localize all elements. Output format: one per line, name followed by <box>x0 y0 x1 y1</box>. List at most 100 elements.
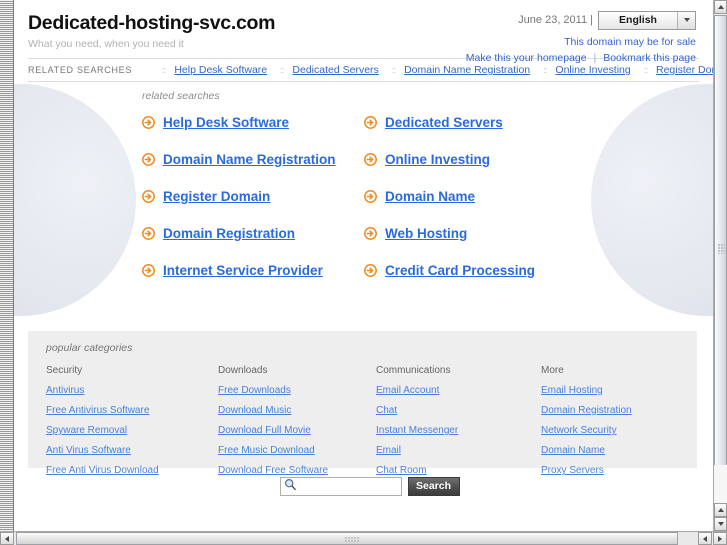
hero-search-link[interactable]: Help Desk Software <box>163 115 289 130</box>
related-search-link[interactable]: Domain Name Registration <box>404 64 530 76</box>
related-searches-links: :: Help Desk Software:: Dedicated Servers:… <box>162 64 713 76</box>
category-heading: Security <box>46 365 83 376</box>
date-and-language-row: June 23, 2011 | English <box>466 10 696 30</box>
category-link[interactable]: Free Downloads <box>218 385 376 396</box>
scroll-up-button-secondary[interactable] <box>714 503 727 517</box>
related-searches-separator: :: <box>543 64 547 76</box>
scroll-down-button[interactable] <box>714 517 727 531</box>
category-heading: Downloads <box>218 365 268 376</box>
domain-for-sale-row: This domain may be for sale <box>466 36 696 48</box>
hero-link-row: Web Hosting <box>364 226 713 241</box>
hero-search-link[interactable]: Domain Registration <box>163 226 295 241</box>
category-heading: Communications <box>376 365 451 376</box>
arrow-right-circle-icon <box>142 264 155 277</box>
hero-section: related searches Help Desk Software Dedic… <box>14 82 713 318</box>
hero-link-row: Internet Service Provider <box>142 263 364 278</box>
category-link[interactable]: Free Music Download <box>218 445 376 456</box>
bookmark-page-link[interactable]: Bookmark this page <box>603 52 696 64</box>
scrollbar-grip <box>718 244 725 254</box>
scroll-right-button[interactable] <box>713 532 727 545</box>
search-button[interactable]: Search <box>407 477 460 496</box>
arrow-right-circle-icon <box>364 227 377 240</box>
related-search-link[interactable]: Help Desk Software <box>174 64 267 76</box>
hero-link-row: Credit Card Processing <box>364 263 713 278</box>
hero-search-link[interactable]: Domain Name Registration <box>163 152 336 167</box>
category-column: Communications Email Account Chat Instant M… <box>376 365 541 485</box>
search-input[interactable] <box>296 479 394 494</box>
category-link[interactable]: Antivirus <box>46 385 218 396</box>
hero-link-row: Domain Name Registration <box>142 152 364 167</box>
category-link[interactable]: Download Full Movie <box>218 425 376 436</box>
category-link[interactable]: Email Hosting <box>541 385 697 396</box>
arrow-right-circle-icon <box>364 264 377 277</box>
page-content: Dedicated-hosting-svc.com What you need,… <box>14 0 713 531</box>
hero-search-link[interactable]: Dedicated Servers <box>385 115 503 130</box>
hero-link-row: Help Desk Software <box>142 115 364 130</box>
hero-link-row: Dedicated Servers <box>364 115 713 130</box>
related-searches-separator: :: <box>280 64 284 76</box>
related-search-link-grid: Help Desk Software Dedicated Servers Domai… <box>142 115 713 278</box>
category-link[interactable]: Download Free Software <box>218 465 376 476</box>
category-link[interactable]: Download Music <box>218 405 376 416</box>
category-link[interactable]: Domain Name <box>541 445 697 456</box>
hero-caption: related searches <box>142 90 220 102</box>
category-link[interactable]: Instant Messenger <box>376 425 541 436</box>
arrow-right-circle-icon <box>142 116 155 129</box>
category-link[interactable]: Network Security <box>541 425 697 436</box>
hero-search-link[interactable]: Domain Name <box>385 189 475 204</box>
arrow-right-circle-icon <box>364 116 377 129</box>
current-date: June 23, 2011 | <box>518 14 593 26</box>
scroll-left-button-secondary[interactable] <box>698 532 712 545</box>
search-icon <box>284 478 297 496</box>
hero-search-link[interactable]: Credit Card Processing <box>385 263 535 278</box>
horizontal-scrollbar-thumb[interactable] <box>16 532 678 545</box>
chevron-down-icon[interactable] <box>677 11 695 29</box>
category-column: Downloads Free Downloads Download Music Dow… <box>218 365 376 485</box>
header-utility-area: June 23, 2011 | English This domain may … <box>466 10 696 64</box>
arrow-right-circle-icon <box>142 227 155 240</box>
vertical-scrollbar[interactable] <box>713 0 727 531</box>
hero-link-row: Register Domain <box>142 189 364 204</box>
category-link[interactable]: Chat Room <box>376 465 541 476</box>
category-link[interactable]: Email Account <box>376 385 541 396</box>
category-heading: More <box>541 365 564 376</box>
scroll-up-button[interactable] <box>714 0 727 14</box>
category-link[interactable]: Chat <box>376 405 541 416</box>
category-columns: Security Antivirus Free Antivirus Software… <box>46 365 697 485</box>
hero-search-link[interactable]: Register Domain <box>163 189 270 204</box>
language-select[interactable]: English <box>598 10 696 30</box>
category-link[interactable]: Spyware Removal <box>46 425 218 436</box>
domain-for-sale-link[interactable]: This domain may be for sale <box>564 36 696 48</box>
search-field-wrapper[interactable] <box>279 477 402 496</box>
hero-search-link[interactable]: Web Hosting <box>385 226 467 241</box>
popular-categories-title: popular categories <box>46 342 133 354</box>
horizontal-scrollbar-grip <box>345 537 359 543</box>
vertical-scrollbar-track[interactable] <box>714 465 727 503</box>
vertical-scrollbar-thumb[interactable] <box>714 15 727 475</box>
homepage-bookmark-row: Make this your homepage | Bookmark this … <box>466 52 696 64</box>
arrow-right-circle-icon <box>364 153 377 166</box>
related-search-link[interactable]: Register Domain <box>656 64 713 76</box>
arrow-right-circle-icon <box>142 190 155 203</box>
related-searches-label: RELATED SEARCHES <box>28 65 133 75</box>
make-homepage-link[interactable]: Make this your homepage <box>466 52 587 64</box>
category-link[interactable]: Domain Registration <box>541 405 697 416</box>
related-search-link[interactable]: Online Investing <box>555 64 630 76</box>
category-column: More Email Hosting Domain Registration Netw… <box>541 365 697 485</box>
horizontal-scrollbar[interactable] <box>0 531 727 545</box>
related-search-link[interactable]: Dedicated Servers <box>292 64 378 76</box>
hero-link-row: Domain Name <box>364 189 713 204</box>
hero-link-row: Online Investing <box>364 152 713 167</box>
category-link[interactable]: Proxy Servers <box>541 465 697 476</box>
category-link[interactable]: Free Anti Virus Download <box>46 465 218 476</box>
category-column: Security Antivirus Free Antivirus Software… <box>46 365 218 485</box>
hero-link-row: Domain Registration <box>142 226 364 241</box>
category-link[interactable]: Email <box>376 445 541 456</box>
hero-content: related searches Help Desk Software Dedic… <box>14 82 713 278</box>
category-link[interactable]: Free Antivirus Software <box>46 405 218 416</box>
hero-search-link[interactable]: Internet Service Provider <box>163 263 323 278</box>
arrow-right-circle-icon <box>142 153 155 166</box>
scroll-left-button[interactable] <box>0 532 14 545</box>
hero-search-link[interactable]: Online Investing <box>385 152 490 167</box>
category-link[interactable]: Anti Virus Software <box>46 445 218 456</box>
